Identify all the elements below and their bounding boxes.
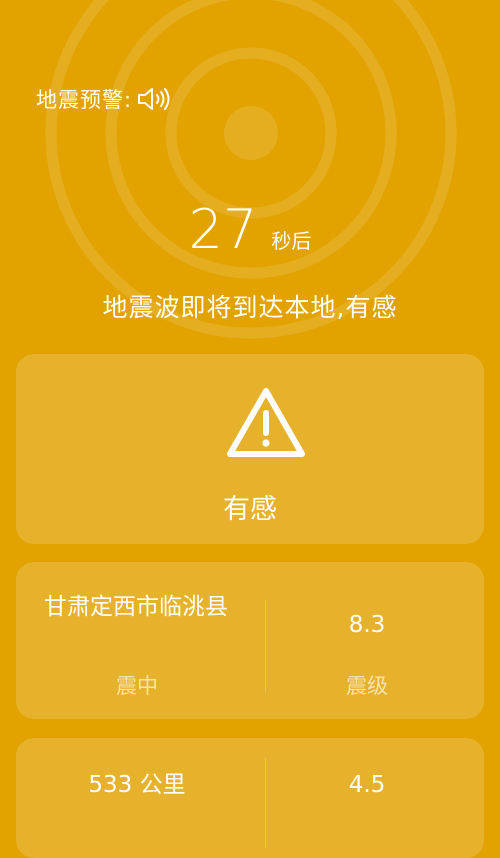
quake-info-card: 甘肃定西市临洮县 震中 8.3 震级	[16, 562, 484, 719]
epicenter-value: 甘肃定西市临洮县	[44, 594, 228, 620]
distance-value: 533 公里	[88, 772, 186, 798]
magnitude-value: 8.3	[348, 612, 386, 638]
warning-label: 地震预警:	[36, 88, 133, 112]
epicenter-label: 震中	[116, 674, 158, 698]
magnitude-label: 震级	[346, 674, 388, 698]
countdown: 27 秒后	[0, 198, 500, 261]
distance-info-card: 533 公里 4.5	[16, 738, 484, 858]
local-intensity-value: 4.5	[348, 772, 386, 798]
earthquake-warning-row: 地震预警:	[36, 84, 172, 114]
countdown-unit: 秒后	[271, 229, 312, 253]
intensity-label: 有感	[223, 494, 277, 525]
speaker-icon[interactable]	[136, 85, 172, 113]
warning-triangle-icon	[227, 388, 305, 457]
arrival-message: 地震波即将到达本地,有感	[102, 293, 398, 322]
countdown-seconds: 27	[188, 198, 258, 261]
